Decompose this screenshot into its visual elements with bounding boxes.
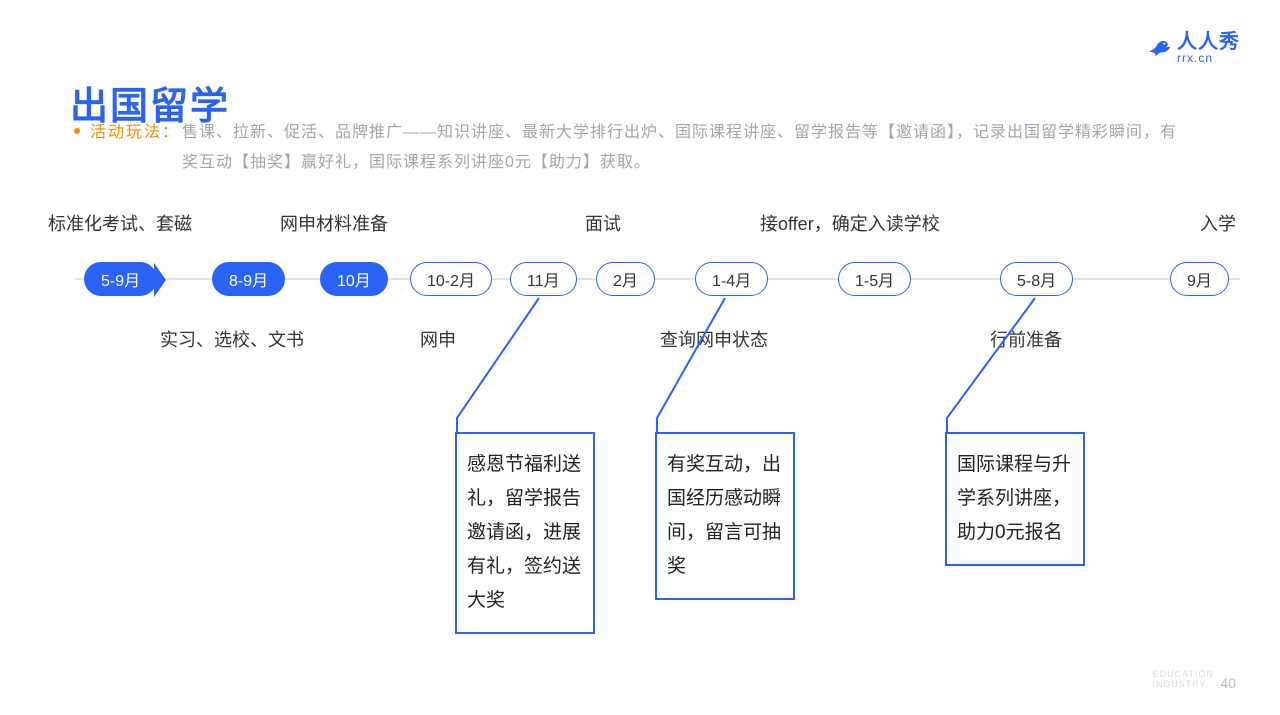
callout-box-thanksgiving: 感恩节福利送礼，留学报告邀请函，进展有礼，签约送大奖 bbox=[455, 432, 595, 634]
timeline-node-5-8: 5-8月 bbox=[1000, 262, 1073, 296]
callout-text: 国际课程与升学系列讲座，助力0元报名 bbox=[957, 454, 1071, 543]
callout-text: 有奖互动，出国经历感动瞬间，留言可抽奖 bbox=[667, 454, 781, 577]
timeline-node-8-9: 8-9月 bbox=[212, 262, 285, 296]
callout-text: 感恩节福利送礼，留学报告邀请函，进展有礼，签约送大奖 bbox=[467, 454, 581, 611]
timeline-node-1-4: 1-4月 bbox=[695, 262, 768, 296]
phase-label-apply: 网申 bbox=[420, 326, 456, 352]
timeline-node-11: 11月 bbox=[510, 262, 577, 296]
callout-box-interactive: 有奖互动，出国经历感动瞬间，留言可抽奖 bbox=[655, 432, 795, 600]
brand-logo: 人人秀 rrx.cn bbox=[1145, 32, 1240, 64]
bullet-icon bbox=[74, 128, 80, 134]
timeline-node-10-2: 10-2月 bbox=[410, 262, 492, 296]
phase-label-interview: 面试 bbox=[585, 210, 621, 236]
timeline-node-5-9: 5-9月 bbox=[84, 262, 157, 296]
phase-label-intern: 实习、选校、文书 bbox=[160, 326, 304, 352]
phase-label-exam: 标准化考试、套磁 bbox=[48, 210, 192, 236]
callout-arrow-icon bbox=[945, 298, 1045, 438]
description-text: 售课、拉新、促活、品牌推广——知识讲座、最新大学排行出炉、国际课程讲座、留学报告… bbox=[182, 118, 1182, 178]
timeline-node-1-5: 1-5月 bbox=[838, 262, 911, 296]
phase-label-prep: 网申材料准备 bbox=[280, 210, 388, 236]
timeline-node-9: 9月 bbox=[1170, 262, 1229, 296]
timeline-node-10: 10月 bbox=[320, 262, 388, 296]
description-label: 活动玩法： bbox=[90, 118, 180, 142]
callout-box-course: 国际课程与升学系列讲座，助力0元报名 bbox=[945, 432, 1085, 566]
callout-arrow-icon bbox=[655, 298, 735, 438]
phase-label-enroll: 入学 bbox=[1200, 210, 1236, 236]
page-number: 40 bbox=[1220, 675, 1236, 691]
logo-text-sub: rrx.cn bbox=[1177, 52, 1240, 64]
page-tag: EDUCATION INDUSTRY bbox=[1153, 669, 1214, 689]
logo-text-main: 人人秀 bbox=[1177, 32, 1240, 52]
bird-icon bbox=[1145, 34, 1173, 62]
phase-label-offer: 接offer，确定入读学校 bbox=[760, 210, 940, 236]
callout-arrow-icon bbox=[455, 298, 545, 438]
timeline-node-2: 2月 bbox=[596, 262, 655, 296]
